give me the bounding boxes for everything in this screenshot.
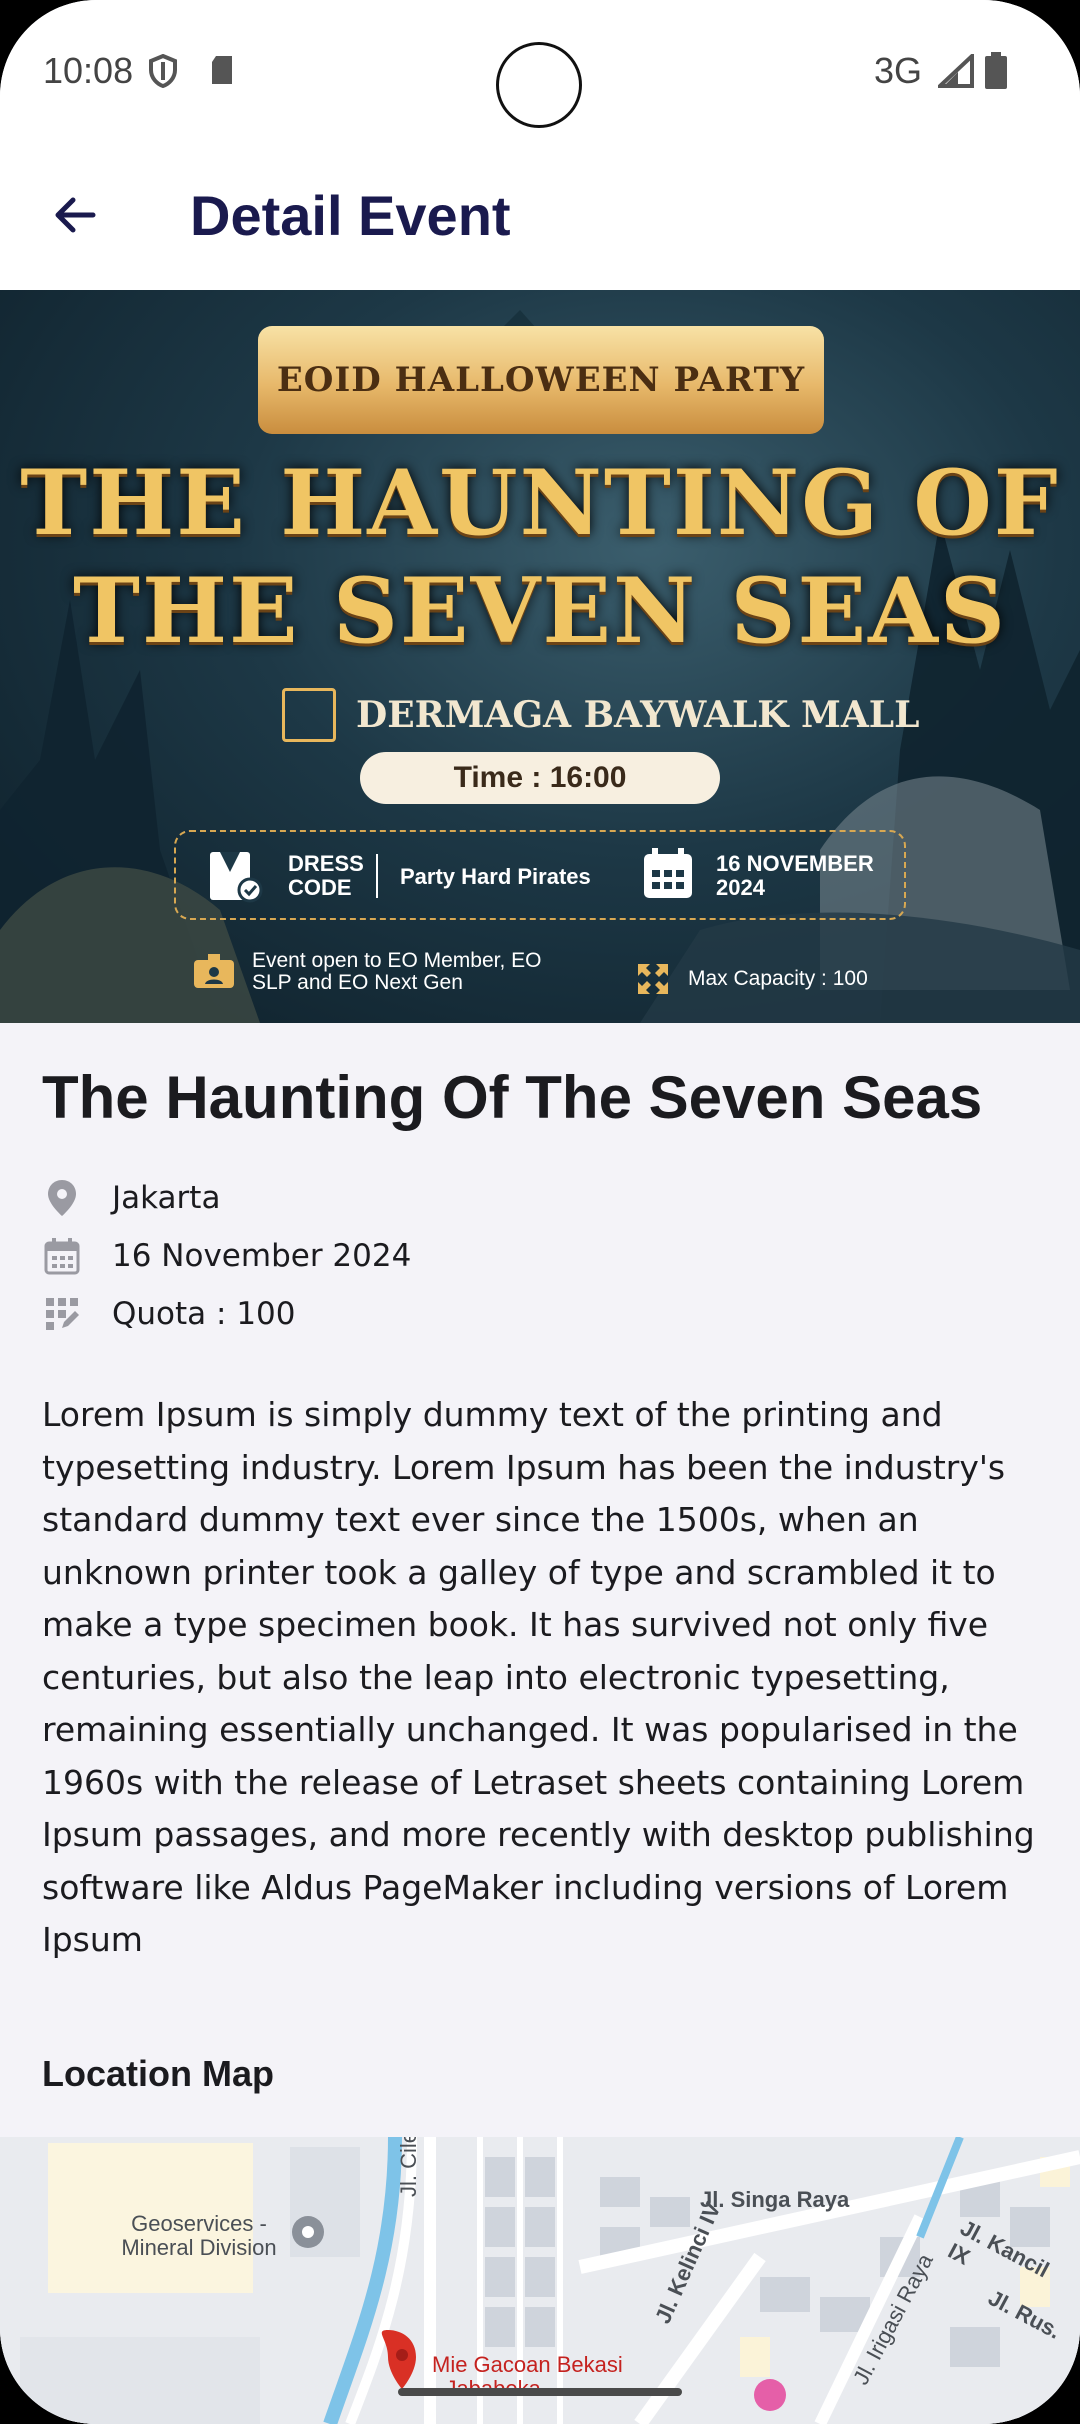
back-arrow-icon [55,197,96,233]
banner-eligibility: Event open to EO Member, EO SLP and EO N… [192,950,552,994]
suit-icon [210,852,263,903]
banner-time: Time : 16:00 [360,752,720,804]
shield-icon [149,54,177,88]
banner-time-text: Time : 16:00 [453,761,627,794]
capacity-icon [638,964,668,994]
battery-icon [985,52,1007,89]
event-description: Lorem Ipsum is simply dummy text of the … [42,1395,1035,1959]
location-map-heading: Location Map [42,2053,274,2094]
banner-capacity-text: Max Capacity : 100 [688,967,868,990]
dress-code-label: DRESS CODE [288,851,364,900]
signal-icon [938,54,974,88]
banner-venue: DERMAGA BAYWALK MALL [282,688,919,742]
event-quota-row: Quota : 100 [42,1294,296,1334]
map-label-geoservices: Geoservices - Mineral Division [121,2211,277,2260]
sd-card-icon [212,56,232,84]
event-location-row: Jakarta [42,1178,220,1218]
event-date-row: 16 November 2024 [42,1236,411,1276]
map-scroll-icon [282,688,336,742]
calendar-icon [42,1236,82,1276]
banner-capacity: Max Capacity : 100 [636,962,868,996]
back-button[interactable] [40,180,110,250]
event-date: 16 November 2024 [112,1238,412,1274]
status-bar: 10:08 3G [0,0,1080,145]
location-pin-icon [42,1178,82,1218]
network-type: 3G [873,50,922,91]
banner-eligibility-text: Event open to EO Member, EO SLP and EO N… [252,949,542,994]
banner-venue-text: DERMAGA BAYWALK MALL [356,694,920,736]
banner-ribbon: EOID HALLOWEEN PARTY [258,326,824,434]
event-title: The Haunting Of The Seven Seas [42,1064,983,1131]
banner-info-box: DRESS CODE Party Hard Pirates 16 NOVEMBE… [174,830,906,920]
badge-icon [194,954,234,988]
calendar-icon [644,848,692,898]
banner-headline-line1: THE HAUNTING OF [20,450,1060,556]
banner-ribbon-text: EOID HALLOWEEN PARTY [276,360,806,400]
dress-code-value: Party Hard Pirates [400,864,591,889]
event-banner-image: EOID HALLOWEEN PARTY THE HAUNTING OF THE… [0,290,1080,1023]
banner-date: 16 NOVEMBER 2024 [716,851,874,900]
banner-headline-line2: THE SEVEN SEAS [73,558,1007,664]
event-location: Jakarta [112,1180,221,1216]
page-title: Detail Event [190,184,511,247]
app-bar: Detail Event [0,145,1080,290]
home-indicator[interactable] [398,2388,682,2396]
map-label-cilemaha: Jl. Cilemaha [396,2137,422,2197]
camera-cutout [496,42,582,128]
divider [376,854,378,898]
event-quota: Quota : 100 [112,1296,296,1332]
status-time: 10:08 [43,50,134,91]
quota-icon [42,1294,82,1334]
location-map[interactable]: Geoservices - Mineral Division Jl. Cilem… [0,2137,1080,2424]
event-details: The Haunting Of The Seven Seas Jakarta 1… [0,1023,1080,2133]
phone-screen: 10:08 3G Detail Event EOID HALLOWEEN PAR… [0,0,1080,2424]
